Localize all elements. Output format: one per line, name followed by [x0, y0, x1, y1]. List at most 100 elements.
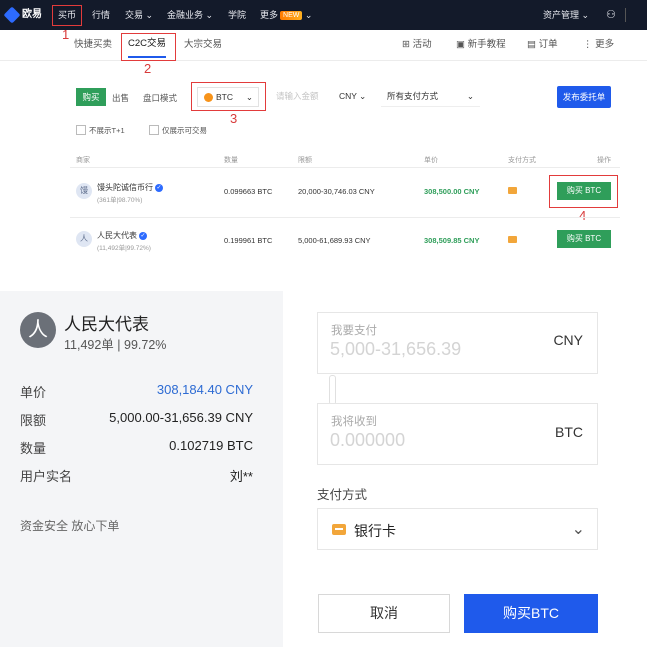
pay-placeholder: 5,000-31,656.39: [330, 339, 462, 359]
annotation-3: 3: [230, 111, 238, 126]
chevron-down-icon: ⌄: [581, 10, 590, 20]
nav-asset-management[interactable]: 资产管理 ⌄: [543, 0, 589, 30]
realname-value: 刘**: [229, 469, 253, 484]
hide-t1-checkbox[interactable]: [76, 125, 86, 135]
merchant-stats: (11,492单|99.72%): [97, 245, 151, 252]
merchant-avatar: 人: [20, 312, 56, 348]
merchant-avatar: 馒: [76, 183, 92, 199]
merchant-avatar: 人: [76, 231, 92, 247]
fiat-select[interactable]: CNY ⌄: [333, 87, 373, 107]
activity-link[interactable]: ⊞ 活动: [402, 30, 432, 60]
nav-more[interactable]: 更多 NEW ⌄: [260, 0, 312, 30]
pay-label: 我要支付: [331, 325, 377, 337]
nav-finance[interactable]: 金融业务 ⌄: [167, 0, 213, 30]
user-icon[interactable]: ⚇: [606, 0, 616, 30]
sub-navbar: 快捷买卖 C2C交易 大宗交易 ⊞ 活动 ▣ 新手教程 ▤ 订单 ⋮ 更多: [0, 30, 647, 60]
highlight-box-2: [121, 33, 176, 61]
merchant-name[interactable]: 人民大代表 ✓: [97, 230, 147, 241]
row-limit: 5,000-61,689.93 CNY: [298, 236, 371, 245]
sell-tab-button[interactable]: 出售: [112, 92, 129, 104]
play-icon: ▣: [456, 39, 465, 50]
gift-icon: ⊞: [402, 39, 410, 50]
divider: [625, 8, 626, 22]
divider: [70, 167, 620, 168]
realname-label: 用户实名: [20, 469, 73, 484]
merchant-name[interactable]: 馒头陀诚信币行 ✓: [97, 182, 163, 193]
row-quantity: 0.199961 BTC: [224, 236, 273, 245]
col-payment: 支付方式: [508, 157, 536, 164]
order-form-panel: 我要支付 5,000-31,656.39 CNY 我将收到 0.000000 B…: [283, 291, 647, 647]
more-icon: ⋮: [583, 39, 593, 50]
safety-note: 资金安全 放心下单: [20, 519, 120, 533]
verified-icon: ✓: [139, 231, 147, 240]
price-value: 308,184.40 CNY: [156, 382, 253, 397]
divider: [70, 217, 620, 218]
highlight-box-1: [52, 5, 82, 26]
merchant-name: 人民大代表: [64, 315, 149, 334]
quantity-value: 0.102719 BTC: [169, 438, 253, 453]
link-connector-icon: [329, 375, 336, 405]
tutorial-link[interactable]: ▣ 新手教程: [456, 30, 506, 60]
order-book-mode-toggle[interactable]: 盘口模式: [143, 92, 177, 104]
annotation-2: 2: [144, 61, 152, 76]
cancel-button[interactable]: 取消: [318, 594, 450, 633]
pay-amount-input[interactable]: 我要支付 5,000-31,656.39 CNY: [317, 312, 598, 374]
bank-card-icon: [332, 524, 346, 535]
orders-link[interactable]: ▤ 订单: [527, 30, 558, 60]
price-label: 单价: [20, 385, 47, 400]
payment-method-select[interactable]: 银行卡 ⌄: [317, 508, 598, 550]
new-badge: NEW: [280, 11, 303, 21]
pay-unit: CNY: [553, 332, 583, 348]
buy-btc-button[interactable]: 购买 BTC: [557, 230, 611, 248]
verified-icon: ✓: [155, 183, 163, 192]
annotation-4: 4: [579, 208, 587, 223]
okx-logo-icon: [3, 6, 21, 24]
more-link[interactable]: ⋮ 更多: [583, 30, 614, 60]
limit-label: 限额: [20, 413, 47, 428]
nav-trade[interactable]: 交易 ⌄: [125, 0, 153, 30]
nav-academy[interactable]: 学院: [228, 0, 246, 30]
post-ad-button[interactable]: 发布委托单: [557, 86, 611, 108]
merchant-stats: 11,492单 | 99.72%: [64, 338, 167, 352]
top-navbar: 欧易 买币 行情 交易 ⌄ 金融业务 ⌄ 学院 更多 NEW ⌄ 资产管理 ⌄ ⚇: [0, 0, 647, 30]
row-limit: 20,000-30,746.03 CNY: [298, 187, 375, 196]
buy-tab-button[interactable]: 购买: [76, 88, 106, 106]
annotation-1: 1: [62, 27, 70, 42]
payment-method-select[interactable]: 所有支付方式 ⌄: [381, 87, 480, 107]
tradable-only-checkbox[interactable]: [149, 125, 159, 135]
chevron-down-icon: ⌄: [145, 10, 154, 20]
row-price: 308,509.85 CNY: [424, 236, 480, 245]
bank-card-icon: [508, 187, 517, 194]
hide-t1-label: 不展示T+1: [89, 126, 125, 135]
merchant-stats: (361单|98.70%): [97, 197, 143, 204]
payment-method-label: 支付方式: [317, 488, 368, 502]
bank-card-icon: [508, 236, 517, 243]
brand-name[interactable]: 欧易: [22, 0, 42, 30]
document-icon: ▤: [527, 39, 536, 50]
nav-markets[interactable]: 行情: [92, 0, 110, 30]
limit-value: 5,000.00-31,656.39 CNY: [109, 410, 253, 425]
quantity-label: 数量: [20, 441, 47, 456]
chevron-down-icon: ⌄: [466, 91, 474, 101]
tradable-only-label: 仅展示可交易: [162, 126, 207, 135]
col-price: 单价: [424, 157, 438, 164]
col-quantity: 数量: [224, 157, 238, 164]
tab-quick-trade[interactable]: 快捷买卖: [74, 30, 112, 60]
row-quantity: 0.099663 BTC: [224, 187, 273, 196]
chevron-down-icon: ⌄: [359, 91, 367, 101]
chevron-down-icon: ⌄: [304, 10, 313, 20]
tab-block-trade[interactable]: 大宗交易: [184, 30, 222, 60]
chevron-down-icon: ⌄: [571, 521, 585, 538]
row-price: 308,500.00 CNY: [424, 187, 480, 196]
receive-unit: BTC: [555, 424, 583, 440]
highlight-box-4: [549, 175, 618, 208]
buy-btc-confirm-button[interactable]: 购买BTC: [464, 594, 598, 633]
col-action: 操作: [597, 157, 611, 164]
chevron-down-icon: ⌄: [205, 10, 214, 20]
amount-input[interactable]: 请输入金额: [270, 87, 330, 107]
divider: [0, 60, 647, 61]
col-merchant: 商家: [76, 157, 90, 164]
merchant-detail-panel: 人 人民大代表 11,492单 | 99.72% 单价 308,184.40 C…: [0, 291, 283, 647]
receive-amount-input[interactable]: 我将收到 0.000000 BTC: [317, 403, 598, 465]
col-limit: 限额: [298, 157, 312, 164]
